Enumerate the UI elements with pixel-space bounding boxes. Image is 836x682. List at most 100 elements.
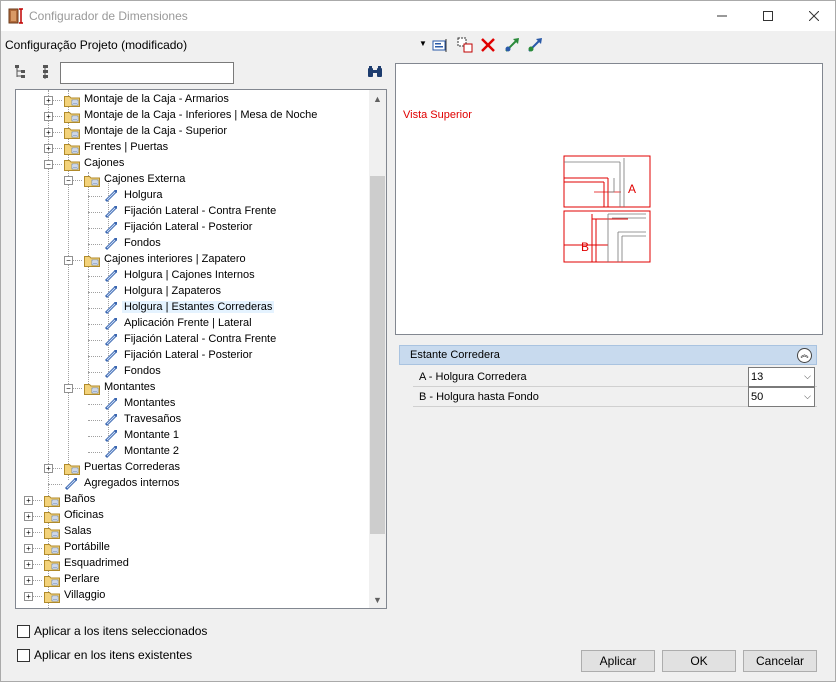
tree-folder-item[interactable]: + Frentes | Puertas xyxy=(16,140,368,156)
dimension-tool-icon xyxy=(104,413,118,427)
export-tool[interactable] xyxy=(526,36,544,54)
apply-existing-option[interactable]: Aplicar en los itens existentes xyxy=(17,647,192,663)
delete-icon xyxy=(481,38,495,52)
window-title: Configurador de Dimensiones xyxy=(29,9,188,23)
ok-button[interactable]: OK xyxy=(662,650,736,672)
minimize-button[interactable] xyxy=(699,1,745,31)
tree-leaf-item[interactable]: Montante 1 xyxy=(16,428,368,444)
tree-leaf-item[interactable]: Montantes xyxy=(16,396,368,412)
close-button[interactable] xyxy=(791,1,836,31)
expand-plus-icon[interactable]: + xyxy=(24,512,33,521)
folder-icon xyxy=(84,254,100,267)
expand-plus-icon[interactable]: + xyxy=(24,592,33,601)
dimension-tool-icon xyxy=(104,317,118,331)
folder-icon xyxy=(44,590,60,603)
configuration-tree[interactable]: + Montaje de la Caja - Armarios + Montaje d… xyxy=(15,89,387,609)
tree-leaf-item[interactable]: Fijación Lateral - Posterior xyxy=(16,348,368,364)
import-tool[interactable] xyxy=(503,36,521,54)
expand-plus-icon[interactable]: + xyxy=(24,608,33,609)
tree-leaf-item[interactable]: Fondos xyxy=(16,364,368,380)
scroll-thumb[interactable] xyxy=(370,176,385,534)
search-input[interactable] xyxy=(60,62,234,84)
tree-folder-item[interactable]: + Esquadrimed xyxy=(16,556,368,572)
tree-folder-item[interactable]: − Cajones xyxy=(16,156,368,172)
tree-folder-item[interactable]: + Baños xyxy=(16,492,368,508)
tree-folder-item[interactable]: + Montaje de la Caja - Armarios xyxy=(16,92,368,108)
tree-collapse-icon xyxy=(43,65,48,79)
expand-tree-tool[interactable] xyxy=(13,63,31,81)
dimension-tool-icon xyxy=(104,397,118,411)
expand-plus-icon[interactable]: + xyxy=(24,496,33,505)
collapse-minus-icon[interactable]: − xyxy=(44,160,53,169)
tree-leaf-item[interactable]: Agregados internos xyxy=(16,476,368,492)
tree-folder-item[interactable]: − Montantes xyxy=(16,380,368,396)
find-button[interactable] xyxy=(366,63,384,81)
expand-plus-icon[interactable]: + xyxy=(44,144,53,153)
tree-leaf-item[interactable]: Fijación Lateral - Contra Frente xyxy=(16,204,368,220)
collapse-up-icon[interactable]: ︽ xyxy=(797,348,812,363)
cancel-button[interactable]: Cancelar xyxy=(743,650,817,672)
property-value-dropdown[interactable]: 13 ⌵ xyxy=(748,367,815,387)
collapse-minus-icon[interactable]: − xyxy=(64,256,73,265)
tree-leaf-item[interactable]: Travesaños xyxy=(16,412,368,428)
expand-plus-icon[interactable]: + xyxy=(44,112,53,121)
dimension-tool-icon xyxy=(104,349,118,363)
expand-plus-icon[interactable]: + xyxy=(44,96,53,105)
scroll-up-arrow-icon[interactable]: ▲ xyxy=(369,90,386,107)
project-dropdown-icon[interactable]: ▼ xyxy=(419,39,427,48)
tree-folder-item[interactable]: + Montaje de la Caja - Inferiores | Mesa … xyxy=(16,108,368,124)
tree-item-label: Salas xyxy=(64,525,92,537)
tree-leaf-item[interactable]: Holgura | Zapateros xyxy=(16,284,368,300)
dimension-tool-icon xyxy=(104,333,118,347)
expand-plus-icon[interactable]: + xyxy=(44,128,53,137)
apply-selected-checkbox[interactable] xyxy=(17,624,30,638)
maximize-button[interactable] xyxy=(745,1,791,31)
tree-leaf-item[interactable]: Aplicación Frente | Lateral xyxy=(16,316,368,332)
tree-item-label: Oficinas xyxy=(64,509,104,521)
edit-name-tool[interactable] xyxy=(431,36,449,54)
tree-folder-item[interactable]: + Montaje de la Caja - Superior xyxy=(16,124,368,140)
property-value-dropdown[interactable]: 50 ⌵ xyxy=(748,387,815,407)
tree-folder-item[interactable]: + Perlare xyxy=(16,572,368,588)
tree-leaf-item[interactable]: Fijación Lateral - Posterior xyxy=(16,220,368,236)
tree-scrollbar[interactable]: ▲ ▼ xyxy=(369,90,386,608)
apply-button[interactable]: Aplicar xyxy=(581,650,655,672)
tree-leaf-item[interactable]: Holgura | Cajones Internos xyxy=(16,268,368,284)
apply-selected-option[interactable]: Aplicar a los itens seleccionados xyxy=(17,623,207,639)
collapse-minus-icon[interactable]: − xyxy=(64,384,73,393)
tree-leaf-item[interactable]: Fondos xyxy=(16,236,368,252)
expand-plus-icon[interactable]: + xyxy=(24,528,33,537)
tree-leaf-item[interactable]: Montante 2 xyxy=(16,444,368,460)
tree-connector-line xyxy=(88,420,102,421)
tree-item-label: Fijación Lateral - Posterior xyxy=(124,221,253,233)
chevron-down-icon[interactable]: ⌵ xyxy=(804,391,811,402)
collapse-minus-icon[interactable]: − xyxy=(64,176,73,185)
folder-icon xyxy=(84,382,100,395)
tree-folder-item[interactable]: + Puertas Correderas xyxy=(16,460,368,476)
copy-config-tool[interactable] xyxy=(456,36,474,54)
tree-folder-item[interactable]: + Villaggio xyxy=(16,588,368,604)
tree-leaf-item[interactable]: Holgura | Estantes Correderas xyxy=(16,300,368,316)
tree-folder-item[interactable]: + Oficinas xyxy=(16,508,368,524)
expand-plus-icon[interactable]: + xyxy=(44,464,53,473)
chevron-down-icon[interactable]: ⌵ xyxy=(804,371,811,382)
tree-folder-item[interactable]: − Cajones Externa xyxy=(16,172,368,188)
tree-folder-item[interactable]: + Portábille xyxy=(16,540,368,556)
tree-folder-item[interactable]: − Cajones interiores | Zapatero xyxy=(16,252,368,268)
tree-folder-item[interactable]: + Salas xyxy=(16,524,368,540)
tree-leaf-item[interactable]: Fijación Lateral - Contra Frente xyxy=(16,332,368,348)
property-group-header[interactable]: Estante Corredera ︽ xyxy=(399,345,817,365)
copy-icon xyxy=(457,37,473,53)
tree-folder-item[interactable]: + xyxy=(16,604,368,609)
tree-leaf-item[interactable]: Holgura xyxy=(16,188,368,204)
project-toolbar: Configuração Projeto (modificado) ▼ xyxy=(1,33,835,57)
expand-plus-icon[interactable]: + xyxy=(24,576,33,585)
folder-icon xyxy=(64,158,80,171)
collapse-tree-tool[interactable] xyxy=(37,63,55,81)
scroll-down-arrow-icon[interactable]: ▼ xyxy=(369,591,386,608)
tree-item-label: Cajones xyxy=(84,157,125,169)
expand-plus-icon[interactable]: + xyxy=(24,560,33,569)
apply-existing-checkbox[interactable] xyxy=(17,648,30,662)
expand-plus-icon[interactable]: + xyxy=(24,544,33,553)
delete-tool[interactable] xyxy=(479,36,497,54)
